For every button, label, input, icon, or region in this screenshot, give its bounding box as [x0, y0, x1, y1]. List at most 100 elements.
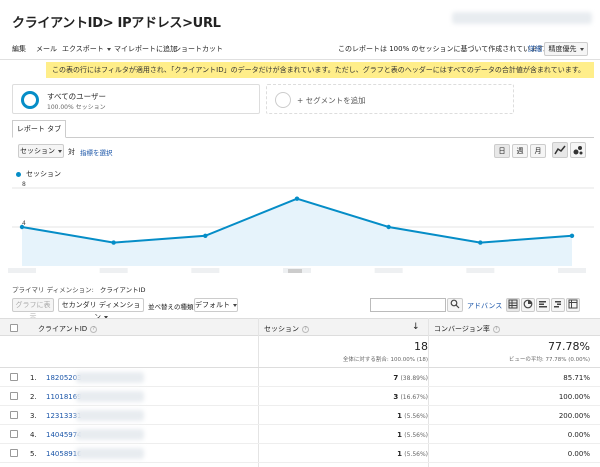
period-day-button[interactable]: 日 — [494, 144, 510, 158]
search-icon — [450, 299, 460, 309]
row-sessions-share: (16.67%) — [400, 394, 428, 401]
column-conversion-label: コンバージョン率 — [434, 325, 490, 333]
report-toolbar: 編集 メール エクスポート マイレポートに追加 ショートカット このレポートは … — [0, 38, 600, 60]
redacted-id — [76, 372, 144, 383]
account-selector[interactable] — [452, 12, 592, 24]
data-point[interactable] — [111, 240, 116, 245]
row-checkbox[interactable] — [10, 392, 18, 400]
column-client-id[interactable]: クライアントID? — [38, 324, 98, 334]
row-sessions-value: 1 — [397, 450, 403, 458]
chevron-down-icon — [106, 47, 111, 51]
chart-resize-handle[interactable] — [288, 269, 302, 273]
sort-type-label: 並べ替えの種類: — [148, 303, 196, 311]
row-checkbox[interactable] — [10, 430, 18, 438]
search-button[interactable] — [447, 298, 463, 312]
row-sessions-share: (5.56%) — [404, 451, 428, 458]
metric-select[interactable]: セッション — [18, 144, 64, 158]
comparison-icon — [554, 301, 561, 308]
table-header: クライアントID? セッション? ↓ コンバージョン率? — [0, 318, 600, 336]
segment-sub: 100.00% セッション — [47, 104, 106, 111]
empty-ring-icon — [275, 92, 291, 108]
row-sessions: 3 (16.67%) — [393, 393, 428, 401]
grid-icon — [508, 299, 518, 309]
view-table-button[interactable] — [506, 298, 520, 312]
edit-button[interactable]: 編集 — [12, 44, 26, 54]
tab-report[interactable]: レポート タブ — [12, 120, 66, 138]
row-index: 3. — [30, 412, 37, 420]
data-point[interactable] — [569, 233, 575, 238]
period-month-button[interactable]: 月 — [530, 144, 546, 158]
data-point[interactable] — [19, 224, 25, 230]
row-conversion: 0.00% — [567, 431, 590, 439]
row-conversion: 200.00% — [558, 412, 590, 420]
add-to-dashboard-button[interactable]: マイレポートに追加 — [114, 44, 177, 54]
row-checkbox[interactable] — [10, 449, 18, 457]
column-client-id-label: クライアントID — [38, 325, 88, 333]
row-sessions: 1 (5.56%) — [397, 412, 428, 420]
view-pie-button[interactable] — [521, 298, 535, 312]
data-point[interactable] — [478, 240, 483, 245]
data-point[interactable] — [386, 224, 391, 230]
motion-chart-button[interactable] — [570, 142, 586, 158]
advanced-link[interactable]: アドバンス — [467, 301, 502, 311]
row-sessions-share: (5.56%) — [404, 413, 428, 420]
add-segment-label: + セグメントを追加 — [297, 96, 366, 105]
column-sessions[interactable]: セッション? — [264, 324, 309, 334]
data-point[interactable] — [294, 196, 300, 201]
redacted-id — [76, 391, 144, 402]
tab-divider — [12, 137, 594, 138]
x-tick-label-redacted — [99, 268, 128, 273]
shortcut-button[interactable]: ショートカット — [174, 44, 223, 54]
sort-type-select[interactable]: デフォルト — [194, 298, 238, 312]
row-checkbox[interactable] — [10, 411, 18, 419]
filter-notice: この表の行にはフィルタが適用され、「クライアントID」のデータだけが含まれていま… — [46, 62, 594, 78]
email-button[interactable]: メール — [36, 44, 57, 54]
row-index: 2. — [30, 393, 37, 401]
details-link[interactable]: 詳細 — [528, 44, 542, 54]
select-all-checkbox[interactable] — [10, 324, 18, 332]
chevron-down-icon — [233, 303, 237, 307]
row-checkbox[interactable] — [10, 373, 18, 381]
row-index: 1. — [30, 374, 37, 382]
line-chart-button[interactable] — [552, 142, 568, 158]
help-icon: ? — [302, 325, 309, 333]
metric-select-label: セッション — [20, 147, 55, 155]
x-tick-label-redacted — [8, 268, 36, 273]
column-conversion[interactable]: コンバージョン率? — [434, 324, 500, 334]
export-button[interactable]: エクスポート — [62, 44, 111, 54]
table-row: 4. 14045974 1 (5.56%) 0.00% — [0, 425, 600, 444]
table-search-input[interactable] — [370, 298, 446, 312]
table-row: 3. 12313331 1 (5.56%) 200.00% — [0, 406, 600, 425]
segment-all-users[interactable]: すべてのユーザー 100.00% セッション — [12, 84, 260, 114]
plot-rows-button[interactable]: グラフに表示 — [12, 298, 54, 321]
table-row: 2. 11018169 3 (16.67%) 100.00% — [0, 387, 600, 406]
period-week-button[interactable]: 週 — [512, 144, 528, 158]
table-row: 5. 14058916 1 (5.56%) 0.00% — [0, 444, 600, 463]
legend-dot — [16, 171, 21, 177]
data-point[interactable] — [203, 233, 208, 238]
redacted-id — [76, 448, 144, 459]
totals-row: 18 全体に対する割合: 100.00% (18) 77.78% ビューの平均:… — [0, 336, 600, 368]
page-title: クライアントID> IPアドレス>URL — [12, 16, 221, 31]
row-conversion: 85.71% — [563, 374, 590, 382]
sampling-note: このレポートは 100% のセッションに基づいて作成されています。 — [338, 45, 551, 53]
row-sessions-value: 7 — [393, 374, 399, 382]
redacted-id — [76, 410, 144, 421]
row-sessions-value: 3 — [393, 393, 399, 401]
help-icon: ? — [90, 325, 98, 333]
export-label: エクスポート — [62, 45, 104, 53]
sessions-chart: 84 — [8, 181, 594, 273]
view-performance-button[interactable] — [536, 298, 550, 312]
view-comparison-button[interactable] — [551, 298, 565, 312]
row-sessions-share: (38.89%) — [400, 375, 428, 382]
sessions-area — [22, 198, 572, 266]
view-pivot-button[interactable] — [566, 298, 580, 312]
row-sessions: 1 (5.56%) — [397, 431, 428, 439]
add-segment-card[interactable]: + セグメントを追加 — [266, 84, 514, 114]
precision-select[interactable]: 精度優先 — [544, 42, 588, 56]
select-metric-link[interactable]: 指標を選択 — [80, 147, 113, 157]
secondary-dimension-select[interactable]: セカンダリ ディメンション — [58, 298, 144, 321]
primary-dimension: プライマリ ディメンション: クライアントID — [12, 284, 146, 294]
chevron-down-icon — [58, 149, 62, 153]
row-sessions: 7 (38.89%) — [393, 374, 428, 382]
